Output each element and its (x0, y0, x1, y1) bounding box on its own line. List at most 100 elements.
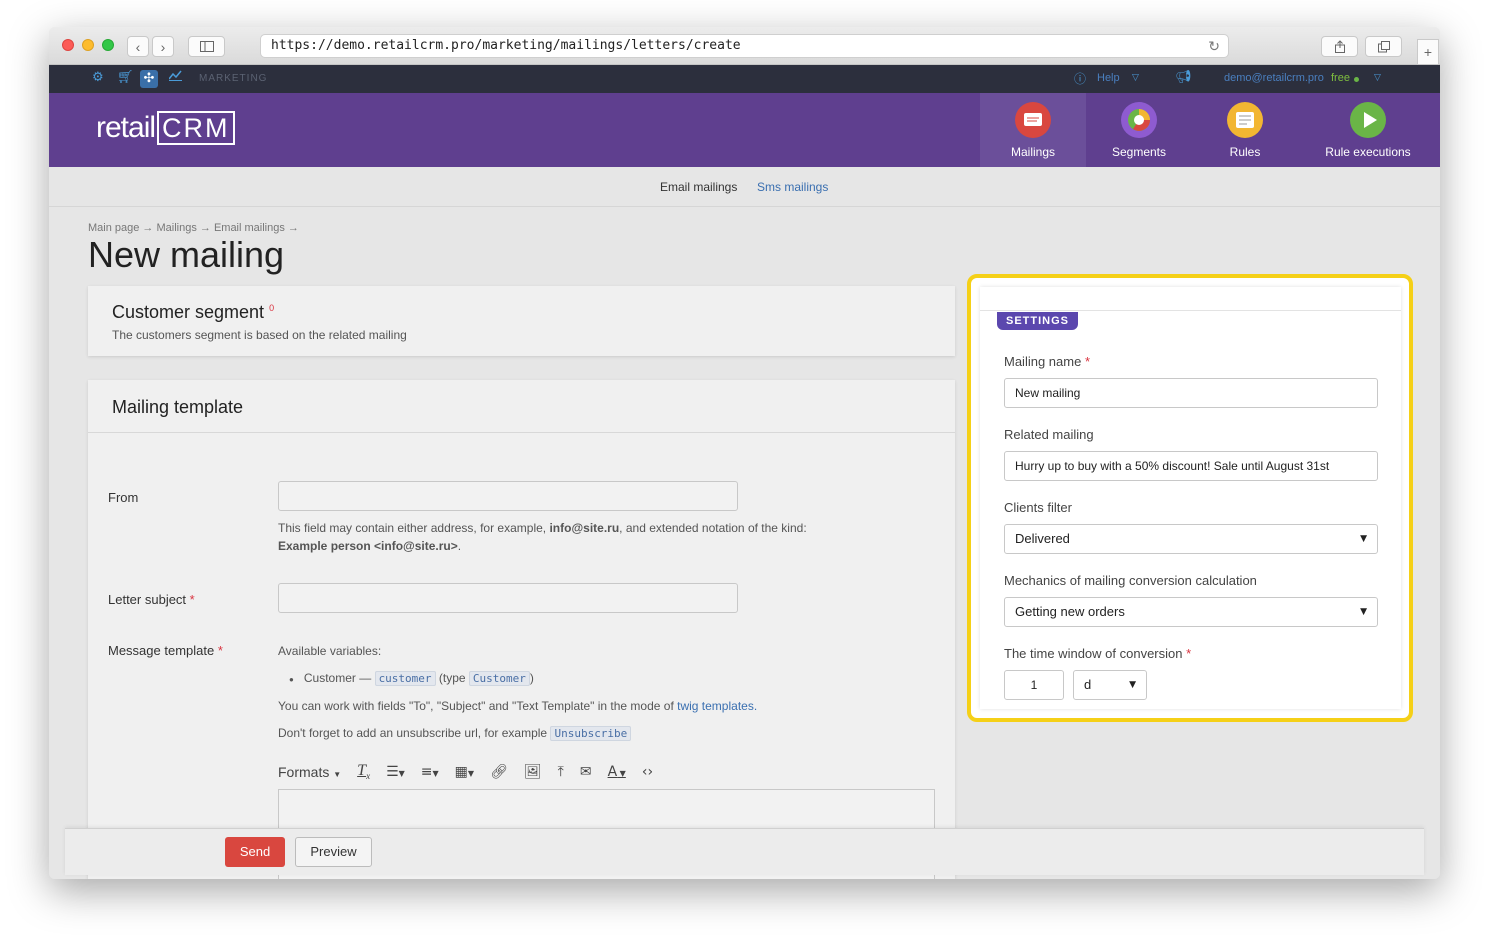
close-window-button[interactable] (62, 39, 74, 51)
chevron-down-icon: ▼ (1360, 607, 1367, 617)
crm-header: retail CRM Mailings Segments Rules Rule e… (49, 93, 1440, 167)
rule-executions-icon (1350, 102, 1386, 138)
user-menu-chevron-icon[interactable]: ▽ (1374, 73, 1381, 83)
from-hint-text: This field may contain either address, f… (278, 521, 547, 535)
segments-icon (1121, 102, 1157, 138)
from-hint-end: . (457, 539, 462, 553)
logo-mark: CRM (157, 111, 235, 145)
retailcrm-logo[interactable]: retail CRM (96, 111, 235, 145)
mechanics-select[interactable]: Getting new orders ▼ (1004, 597, 1378, 627)
crm-top-strip: ⚙ 🛒︎ ✣ MARKETING ⓘ Help ▽ 📢︎ demo@retail… (49, 65, 1440, 93)
variable-type-code: Customer (468, 671, 530, 686)
from-field[interactable] (278, 481, 738, 511)
clients-filter-select[interactable]: Delivered ▼ (1004, 524, 1378, 554)
chevron-down-icon: ▼ (1129, 680, 1136, 690)
mailings-icon (1015, 102, 1051, 138)
zoom-window-button[interactable] (102, 39, 114, 51)
tab-sms-mailings[interactable]: Sms mailings (757, 180, 828, 194)
mailing-name-input[interactable]: New mailing (1004, 378, 1378, 408)
letter-subject-label: Letter subject * (108, 592, 195, 607)
source-code-icon[interactable]: ‹› (642, 764, 653, 780)
tab-email-mailings[interactable]: Email mailings (660, 180, 738, 208)
mechanics-value: Getting new orders (1015, 604, 1125, 619)
settings-panel-top (980, 287, 1401, 311)
settings-highlight-frame: SETTINGS Mailing name * New mailing Rela… (967, 274, 1413, 722)
link-icon[interactable]: 🔗︎ (490, 764, 508, 780)
bullet: ● (289, 675, 294, 684)
numbered-list-icon[interactable]: ≡▼ (421, 764, 439, 780)
announcements-icon[interactable]: 📢︎ (1175, 70, 1192, 85)
analytics-icon[interactable] (168, 70, 182, 85)
variable-item: ● Customer — customer (type Customer) (289, 669, 534, 689)
image-icon[interactable]: 🖼︎ (524, 764, 542, 780)
subject-label-text: Letter subject (108, 592, 187, 607)
preview-button[interactable]: Preview (295, 837, 372, 867)
help-link[interactable]: Help (1097, 72, 1120, 84)
url-text: https://demo.retailcrm.pro/marketing/mai… (271, 38, 741, 53)
chevron-down-icon: ▼ (1360, 534, 1367, 544)
module-rule-executions[interactable]: Rule executions (1298, 93, 1438, 167)
module-mailings[interactable]: Mailings (980, 93, 1086, 167)
letter-subject-field[interactable] (278, 583, 738, 613)
twig-hint: You can work with fields "To", "Subject"… (278, 697, 757, 715)
user-email[interactable]: demo@retailcrm.pro (1224, 72, 1324, 84)
variables-title: Available variables: (278, 644, 382, 658)
settings-panel: SETTINGS Mailing name * New mailing Rela… (980, 287, 1401, 709)
formats-dropdown[interactable]: Formats ▼ (278, 764, 341, 780)
formats-label: Formats (278, 764, 330, 780)
tabs-overview-icon[interactable] (1365, 36, 1402, 57)
address-bar[interactable]: https://demo.retailcrm.pro/marketing/mai… (260, 34, 1229, 58)
clients-filter-value: Delivered (1015, 531, 1070, 546)
share-icon[interactable] (1321, 36, 1358, 57)
twig-templates-link[interactable]: twig templates. (677, 699, 757, 713)
mailing-name-label: Mailing name * (1004, 354, 1090, 369)
table-icon[interactable]: ▦▼ (455, 764, 474, 780)
from-hint-text-2: , and extended notation of the kind: (619, 521, 807, 535)
reload-icon[interactable]: ↻ (1208, 36, 1220, 58)
bullet-list-icon[interactable]: ☰▼ (386, 764, 405, 780)
time-window-label-text: The time window of conversion (1004, 646, 1183, 661)
email-icon[interactable]: ✉ (580, 764, 592, 780)
module-label: Rule executions (1325, 145, 1411, 159)
chevron-down-icon[interactable]: ▽ (1132, 73, 1139, 83)
settings-tag: SETTINGS (997, 312, 1079, 330)
variable-type-suffix: ) (529, 671, 534, 685)
online-status-dot (1354, 77, 1359, 82)
module-label: Rules (1229, 145, 1261, 159)
back-icon[interactable]: ‹ (127, 36, 149, 57)
help-icon[interactable]: ⓘ (1074, 70, 1086, 87)
message-template-label: Message template * (108, 643, 223, 658)
variable-name: Customer — (303, 671, 372, 685)
module-label: Segments (1111, 145, 1167, 159)
marketing-icon[interactable]: ✣ (140, 70, 158, 88)
required-marker: * (1084, 354, 1091, 369)
time-window-input[interactable]: 1 (1004, 670, 1064, 700)
from-label: From (108, 490, 139, 505)
upload-icon[interactable]: ⤒ (558, 764, 564, 780)
new-tab-icon[interactable]: + (1417, 39, 1439, 65)
related-mailing-input[interactable]: Hurry up to buy with a 50% discount! Sal… (1004, 451, 1378, 481)
unsubscribe-code: Unsubscribe (550, 726, 632, 741)
time-window-unit-select[interactable]: d ▼ (1073, 670, 1147, 700)
message-label-text: Message template (108, 643, 215, 658)
sidebar-icon[interactable] (188, 36, 225, 57)
text-color-icon[interactable]: A ▼ (608, 764, 626, 780)
minimize-window-button[interactable] (82, 39, 94, 51)
settings-gear-icon[interactable]: ⚙ (92, 70, 104, 85)
mechanics-label: Mechanics of mailing conversion calculat… (1004, 573, 1257, 588)
from-hint: This field may contain either address, f… (278, 519, 838, 555)
module-label: Mailings (1010, 145, 1055, 159)
mailing-name-label-text: Mailing name (1004, 354, 1082, 369)
module-rules[interactable]: Rules (1192, 93, 1298, 167)
forward-icon[interactable]: › (152, 36, 174, 57)
send-button[interactable]: Send (225, 837, 285, 867)
orders-cart-icon[interactable]: 🛒︎ (117, 70, 134, 85)
segment-marker: 0 (269, 303, 275, 313)
related-mailing-label: Related mailing (1004, 427, 1094, 442)
clear-formatting-icon[interactable]: Tx (357, 762, 370, 781)
action-footer: Send Preview (65, 828, 1424, 875)
from-hint-example: Example person <info@site.ru> (278, 539, 458, 553)
breadcrumb[interactable]: Main page → Mailings → Email mailings → (88, 222, 299, 234)
segment-title-text: Customer segment (112, 302, 265, 322)
module-segments[interactable]: Segments (1086, 93, 1192, 167)
